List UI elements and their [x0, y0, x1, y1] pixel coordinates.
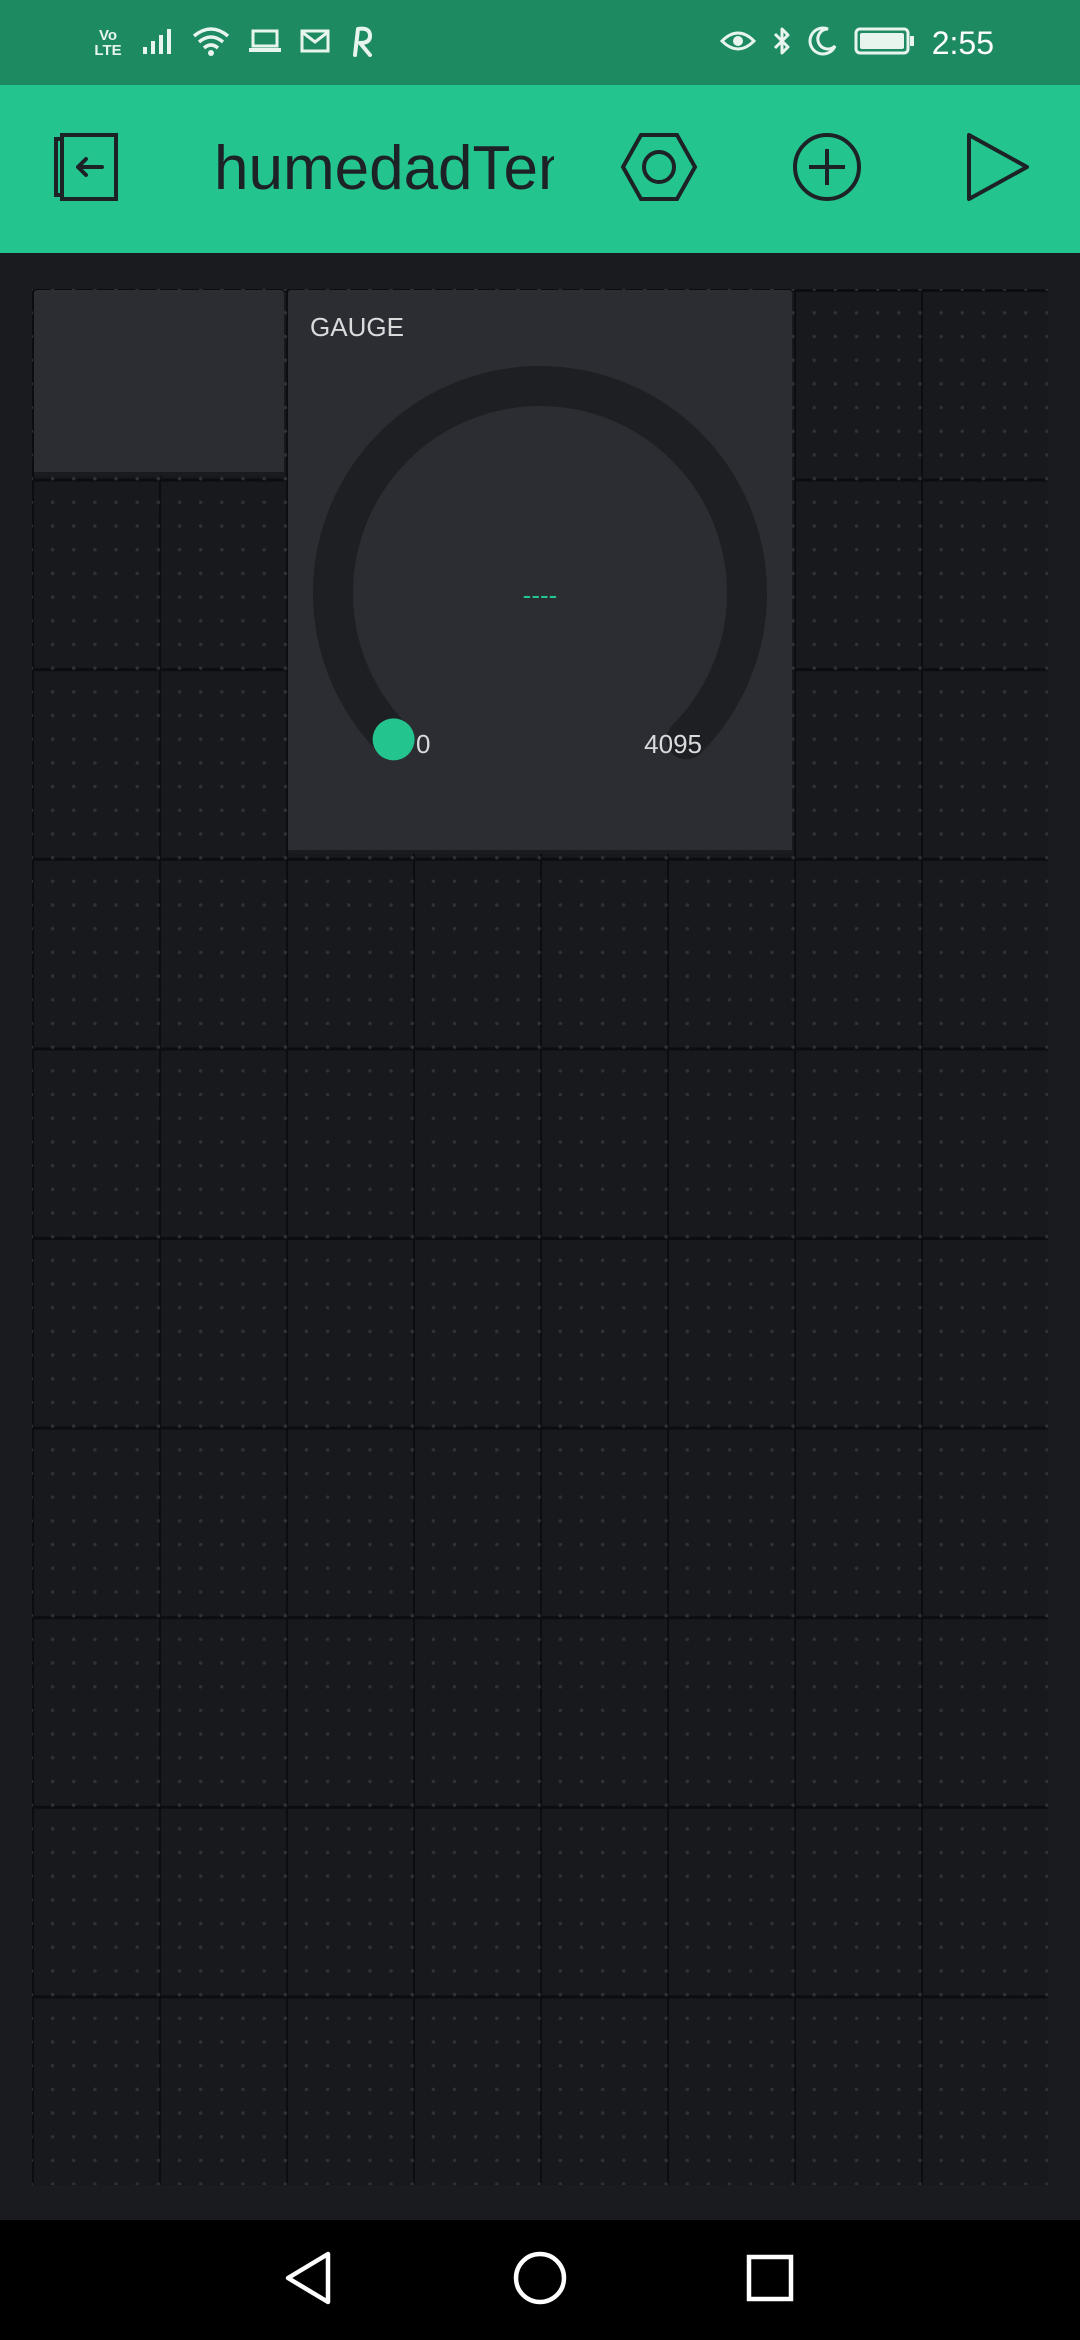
- wifi-icon: [192, 25, 230, 62]
- gauge-value: ----: [522, 580, 558, 610]
- status-bar: Vo LTE 2:55: [0, 0, 1080, 85]
- mail-icon: [300, 29, 330, 58]
- settings-nut-icon: [619, 131, 699, 208]
- nav-recents-button[interactable]: [734, 2244, 806, 2316]
- gauge-track: [313, 366, 767, 760]
- laptop-icon: [248, 28, 282, 59]
- add-circle-icon: [789, 129, 865, 210]
- empty-widget-tile[interactable]: [34, 290, 284, 476]
- r-app-icon: [348, 25, 376, 62]
- moon-icon: [808, 26, 838, 61]
- battery-icon: [854, 26, 916, 61]
- system-nav-bar: [0, 2220, 1080, 2340]
- add-widget-button[interactable]: [785, 127, 869, 211]
- app-toolbar: humedadTemperatura: [0, 85, 1080, 253]
- gauge-min-label: 0: [416, 729, 431, 759]
- volte-top-text: Vo: [98, 27, 118, 44]
- gauge-level-knob: [372, 718, 415, 761]
- status-left-icons: Vo LTE: [92, 22, 376, 64]
- volte-bottom-text: LTE: [94, 42, 122, 59]
- gauge-max-label: 4095: [644, 729, 702, 759]
- volte-icon: Vo LTE: [92, 28, 124, 58]
- exit-project-button[interactable]: [44, 127, 128, 211]
- back-triangle-icon: [280, 2248, 336, 2313]
- recents-square-icon: [742, 2250, 798, 2311]
- project-settings-button[interactable]: [617, 127, 701, 211]
- nav-back-button[interactable]: [272, 2244, 344, 2316]
- eye-icon: [719, 29, 756, 58]
- signal-icon: [142, 27, 174, 60]
- status-right-icons: 2:55: [719, 20, 994, 66]
- play-button[interactable]: [955, 127, 1039, 211]
- gauge-dial: [313, 366, 767, 761]
- nav-home-button[interactable]: [504, 2244, 576, 2316]
- home-circle-icon: [510, 2248, 570, 2313]
- status-clock: 2:55: [931, 24, 994, 61]
- play-icon: [961, 129, 1033, 210]
- gauge-widget[interactable]: GAUGE ---- 0 4095: [288, 290, 792, 854]
- bluetooth-icon: [772, 25, 792, 62]
- exit-icon: [48, 131, 124, 208]
- project-title: humedadTemperatura: [214, 134, 554, 203]
